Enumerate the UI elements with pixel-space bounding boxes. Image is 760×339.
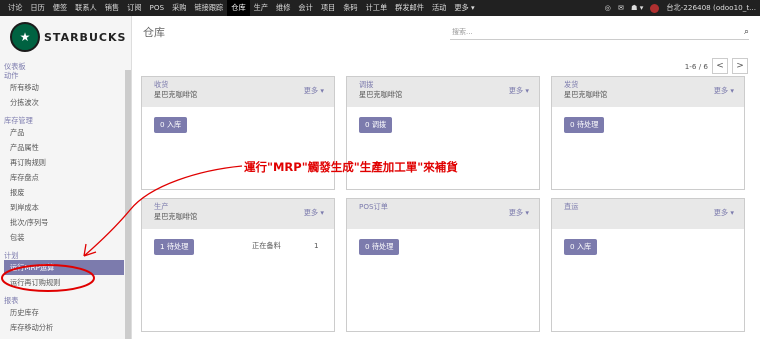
messages-icon[interactable]: ✉	[618, 0, 624, 16]
card-header: 直运 更多 ▾	[552, 199, 744, 229]
picking-type-card: 发货 星巴克咖啡馆 更多 ▾ 0 待处理	[551, 76, 745, 190]
sidebar-item-lots-serials[interactable]: 批次/序列号	[4, 215, 124, 230]
card-more-dropdown[interactable]: 更多 ▾	[304, 208, 324, 218]
sidebar-nav: 仪表板 动作 所有移动 分拣波次 库存管理 产品 产品属性 再订购规则 库存盘点…	[4, 62, 124, 335]
menu-item[interactable]: 会计	[294, 0, 316, 16]
sidebar-header-inventory-control: 库存管理	[4, 116, 33, 125]
card-stat-value[interactable]: 1	[314, 241, 319, 250]
sidebar-item-all-moves[interactable]: 所有移动	[4, 80, 124, 95]
card-action-button[interactable]: 0 待处理	[359, 239, 400, 255]
card-title[interactable]: 调拨	[359, 80, 373, 90]
picking-type-card: 生产 星巴克咖啡馆 更多 ▾ 1 待处理 正在备料 1	[141, 198, 335, 332]
search-input[interactable]: 搜索... ⌕	[450, 26, 749, 40]
card-header: 调拨 星巴克咖啡馆 更多 ▾	[347, 77, 539, 107]
picking-type-card: POS订单 更多 ▾ 0 待处理	[346, 198, 540, 332]
card-action-button[interactable]: 0 待处理	[564, 117, 605, 133]
page-title: 仓库	[143, 26, 165, 39]
menu-item[interactable]: 便签	[49, 0, 71, 16]
notifications-icon[interactable]: ☗ ▾	[631, 0, 643, 16]
avatar[interactable]	[650, 3, 660, 13]
search-placeholder: 搜索...	[452, 28, 473, 36]
card-title[interactable]: 发货	[564, 80, 578, 90]
pager-value[interactable]: 1-6 / 6	[685, 62, 708, 71]
sidebar-item-stock-moves-analysis[interactable]: 库存移动分析	[4, 320, 124, 335]
sidebar-item-product-attributes[interactable]: 产品属性	[4, 140, 124, 155]
card-more-dropdown[interactable]: 更多 ▾	[714, 86, 734, 96]
card-action-button[interactable]: 0 调拨	[359, 117, 393, 133]
sidebar-scrollbar[interactable]	[125, 70, 131, 339]
card-title[interactable]: 生产	[154, 202, 168, 212]
card-action-button[interactable]: 1 待处理	[154, 239, 195, 255]
sidebar-item-landed-costs[interactable]: 到岸成本	[4, 200, 124, 215]
search-icon[interactable]: ⌕	[744, 26, 749, 39]
sidebar-item-dashboard[interactable]: 仪表板	[4, 62, 124, 71]
card-more-dropdown[interactable]: 更多 ▾	[714, 208, 734, 218]
pager-next-button[interactable]: >	[732, 58, 748, 74]
menu-item[interactable]: POS	[146, 0, 169, 16]
menu-item[interactable]: 讨论	[4, 0, 26, 16]
sidebar-header-schedulers: 计划	[4, 251, 19, 260]
menu-item[interactable]: 销售	[101, 0, 123, 16]
card-more-dropdown[interactable]: 更多 ▾	[509, 86, 529, 96]
top-menu-bar: 讨论 日历 便签 联系人 销售 订阅 POS 采购 链接跟踪 仓库 生产 维修 …	[0, 0, 760, 16]
menu-item[interactable]: 条码	[339, 0, 361, 16]
activity-icon[interactable]: ◎	[605, 0, 611, 16]
card-action-button[interactable]: 0 入库	[154, 117, 188, 133]
menu-more[interactable]: 更多 ▾	[450, 0, 478, 16]
menu-item[interactable]: 链接跟踪	[190, 0, 227, 16]
card-header: 发货 星巴克咖啡馆 更多 ▾	[552, 77, 744, 107]
card-title[interactable]: POS订单	[359, 202, 388, 212]
topbar-right: ◎ ✉ ☗ ▾ 台北-226408 (odoo10_t...	[605, 0, 756, 16]
menu-item[interactable]: 订阅	[123, 0, 145, 16]
sidebar-item-packages[interactable]: 包装	[4, 230, 124, 245]
logo-text: STARBUCKS	[44, 30, 127, 44]
card-warehouse: 星巴克咖啡馆	[564, 90, 608, 99]
sidebar-item-run-mrp[interactable]: 运行MRP运算	[4, 260, 124, 275]
sidebar-item-scrap[interactable]: 报废	[4, 185, 124, 200]
sidebar-item-run-reordering[interactable]: 运行再订购规则	[4, 275, 124, 290]
card-more-dropdown[interactable]: 更多 ▾	[304, 86, 324, 96]
menu-item[interactable]: 群发邮件	[391, 0, 428, 16]
menu-item[interactable]: 计工单	[362, 0, 392, 16]
main-content: 仓库 搜索... ⌕ 1-6 / 6 < > 收货 星巴克咖啡馆 更多 ▾ 0 …	[133, 16, 760, 339]
sidebar-header-reports: 报表	[4, 296, 19, 305]
sidebar-item-inventory-adjustments[interactable]: 库存盘点	[4, 170, 124, 185]
app-menu: 讨论 日历 便签 联系人 销售 订阅 POS 采购 链接跟踪 仓库 生产 维修 …	[4, 0, 479, 16]
card-warehouse: 星巴克咖啡馆	[359, 90, 403, 99]
menu-item[interactable]: 项目	[317, 0, 339, 16]
menu-item[interactable]: 日历	[26, 0, 48, 16]
card-stat-label[interactable]: 正在备料	[252, 241, 281, 251]
card-title[interactable]: 直运	[564, 202, 578, 212]
card-header: POS订单 更多 ▾	[347, 199, 539, 229]
sidebar-item-products[interactable]: 产品	[4, 125, 124, 140]
annotation-text: 運行"MRP"觸發生成"生產加工單"來補貨	[244, 160, 458, 174]
card-title[interactable]: 收货	[154, 80, 168, 90]
picking-type-card: 直运 更多 ▾ 0 入库	[551, 198, 745, 332]
sidebar-header-actions: 动作	[4, 71, 19, 80]
card-warehouse: 星巴克咖啡馆	[154, 90, 198, 99]
sidebar-item-reordering-rules[interactable]: 再订购规则	[4, 155, 124, 170]
menu-item[interactable]: 联系人	[71, 0, 101, 16]
menu-item[interactable]: 生产	[250, 0, 272, 16]
user-menu[interactable]: 台北-226408 (odoo10_t...	[666, 0, 756, 16]
menu-item[interactable]: 维修	[272, 0, 294, 16]
card-action-button[interactable]: 0 入库	[564, 239, 598, 255]
starbucks-logo-icon: ★	[10, 22, 40, 52]
sidebar: ★ STARBUCKS 仪表板 动作 所有移动 分拣波次 库存管理 产品 产品属…	[0, 16, 132, 339]
card-more-dropdown[interactable]: 更多 ▾	[509, 208, 529, 218]
card-header: 生产 星巴克咖啡馆 更多 ▾	[142, 199, 334, 229]
menu-item[interactable]: 采购	[168, 0, 190, 16]
menu-item[interactable]: 活动	[428, 0, 450, 16]
card-warehouse: 星巴克咖啡馆	[154, 212, 198, 221]
sidebar-item-batch-picking[interactable]: 分拣波次	[4, 95, 124, 110]
company-logo[interactable]: ★ STARBUCKS	[10, 22, 126, 52]
sidebar-item-stock-history[interactable]: 历史库存	[4, 305, 124, 320]
pager-previous-button[interactable]: <	[712, 58, 728, 74]
card-header: 收货 星巴克咖啡馆 更多 ▾	[142, 77, 334, 107]
pager: 1-6 / 6 < >	[685, 58, 748, 74]
menu-item-inventory[interactable]: 仓库	[227, 0, 250, 16]
